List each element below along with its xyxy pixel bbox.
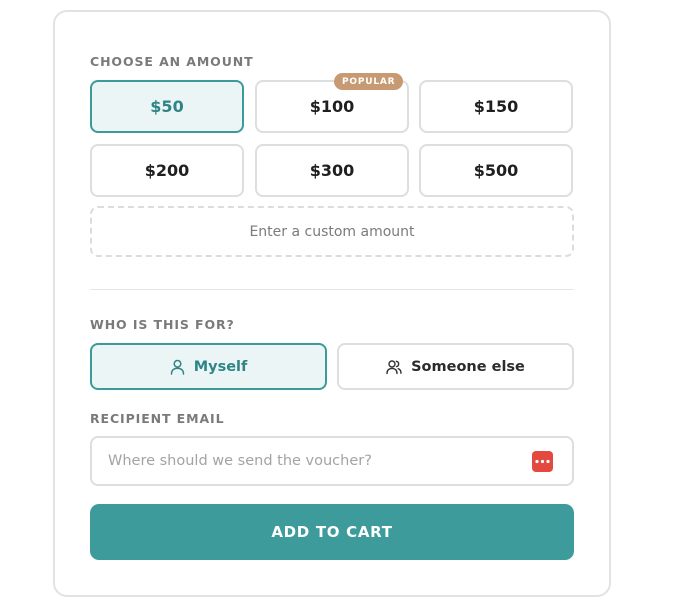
- popular-badge: POPULAR: [334, 73, 404, 90]
- amount-option-300[interactable]: $300: [255, 144, 409, 197]
- add-to-cart-button[interactable]: ADD TO CART: [90, 504, 574, 560]
- amount-option-200[interactable]: $200: [90, 144, 244, 197]
- recipient-option-label: Myself: [193, 358, 248, 375]
- user-icon: [170, 359, 185, 375]
- recipient-option-label: Someone else: [411, 358, 525, 375]
- password-dots-icon[interactable]: [532, 451, 553, 472]
- amount-option-150[interactable]: $150: [419, 80, 573, 133]
- email-field-wrapper: [90, 436, 574, 486]
- users-icon: [386, 359, 402, 375]
- amount-option-50[interactable]: $50: [90, 80, 244, 133]
- amount-option-500[interactable]: $500: [419, 144, 573, 197]
- amount-section-label: CHOOSE AN AMOUNT: [90, 54, 254, 69]
- recipient-section-label: WHO IS THIS FOR?: [90, 317, 235, 332]
- recipient-option-myself[interactable]: Myself: [90, 343, 327, 390]
- custom-amount-button[interactable]: Enter a custom amount: [90, 206, 574, 257]
- recipient-option-someone-else[interactable]: Someone else: [337, 343, 574, 390]
- email-section-label: RECIPIENT EMAIL: [90, 411, 225, 426]
- recipient-email-input[interactable]: [108, 438, 528, 484]
- section-divider: [90, 289, 574, 290]
